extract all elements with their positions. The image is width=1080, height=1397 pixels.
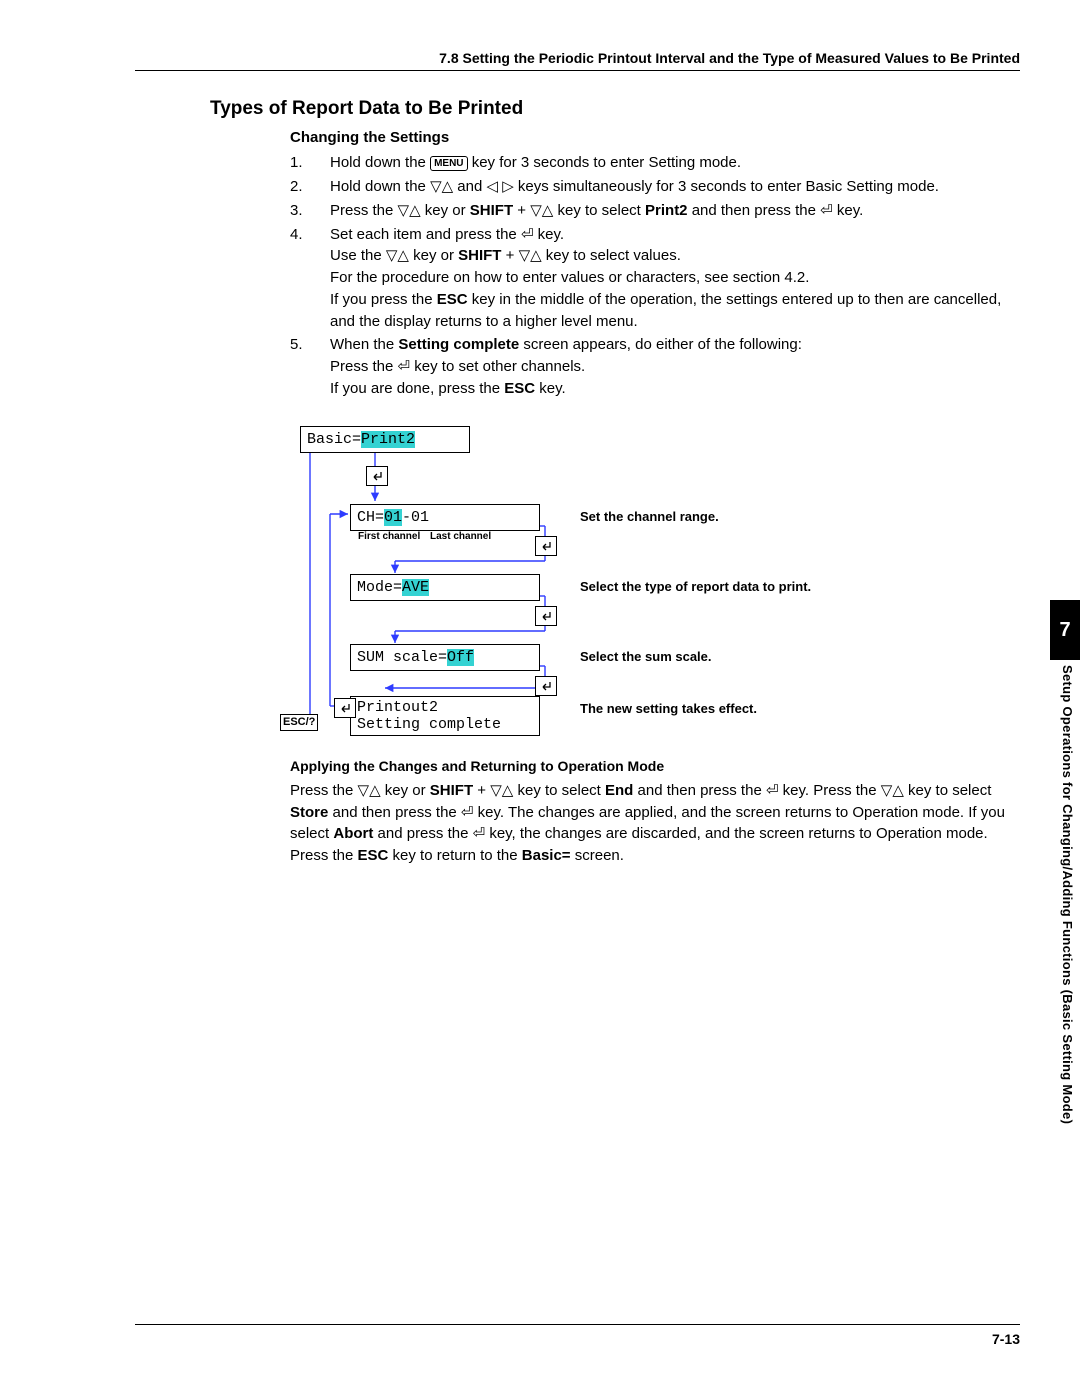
enter-icon: [366, 466, 388, 486]
enter-icon: [535, 676, 557, 696]
label-sum-scale: Select the sum scale.: [580, 648, 712, 667]
enter-icon: [535, 536, 557, 556]
chapter-tab: 7: [1050, 600, 1080, 660]
t: Basic=: [307, 431, 361, 448]
step-3: 3. Press the ▽△ key or SHIFT + ▽△ key to…: [290, 200, 1020, 222]
label-effect: The new setting takes effect.: [580, 700, 757, 719]
flow-diagram: Basic=Print2 CH=01-01 First channel Last…: [290, 426, 850, 736]
esc-key-icon: ESC/?: [280, 714, 318, 732]
content-area: Types of Report Data to Be Printed Chang…: [210, 95, 1020, 867]
screen-ch: CH=01-01: [350, 504, 540, 532]
screen-sum-scale: SUM scale=Off: [350, 644, 540, 672]
steps-list: 1. Hold down the MENU key for 3 seconds …: [290, 152, 1020, 399]
step-pre: Hold down the: [330, 154, 430, 171]
step-5: 5. When the Setting complete screen appe…: [290, 334, 1020, 399]
hl: Off: [447, 649, 474, 666]
step-4: 4. Set each item and press the ⏎ key.Use…: [290, 224, 1020, 333]
t2: Setting complete: [357, 716, 501, 733]
running-header: 7.8 Setting the Periodic Printout Interv…: [135, 50, 1020, 71]
t: CH=: [357, 509, 384, 526]
step-text: Hold down the MENU key for 3 seconds to …: [330, 152, 1020, 174]
enter-icon: [535, 606, 557, 626]
t2: -01: [402, 509, 429, 526]
applying-body: Press the ▽△ key or SHIFT + ▽△ key to se…: [290, 780, 1020, 867]
step-1: 1. Hold down the MENU key for 3 seconds …: [290, 152, 1020, 174]
applying-heading: Applying the Changes and Returning to Op…: [290, 756, 1020, 776]
step-post: key for 3 seconds to enter Setting mode.: [472, 154, 741, 171]
screen-mode: Mode=AVE: [350, 574, 540, 602]
screen-basic: Basic=Print2: [300, 426, 470, 454]
first-channel-label: First channel: [358, 530, 420, 545]
hl: 01: [384, 509, 402, 526]
screen-setting-complete: Printout2 Setting complete: [350, 696, 540, 737]
step-number: 5.: [290, 334, 330, 399]
step-2: 2. Hold down the ▽△ and ◁ ▷ keys simulta…: [290, 176, 1020, 198]
page-footer: 7-13: [135, 1324, 1020, 1347]
step-number: 2.: [290, 176, 330, 198]
step-text: When the Setting complete screen appears…: [330, 334, 1020, 399]
step-number: 1.: [290, 152, 330, 174]
menu-key-icon: MENU: [430, 156, 467, 171]
step-number: 4.: [290, 224, 330, 333]
hl: Print2: [361, 431, 415, 448]
step-text: Set each item and press the ⏎ key.Use th…: [330, 224, 1020, 333]
enter-icon: [334, 698, 356, 718]
step-number: 3.: [290, 200, 330, 222]
changing-settings-heading: Changing the Settings: [290, 127, 1020, 149]
t: SUM scale=: [357, 649, 447, 666]
chapter-side-title: Setup Operations for Changing/Adding Fun…: [1060, 665, 1075, 1124]
last-channel-label: Last channel: [430, 530, 491, 545]
label-channel-range: Set the channel range.: [580, 508, 719, 527]
t: Mode=: [357, 579, 402, 596]
hl: AVE: [402, 579, 429, 596]
section-title: Types of Report Data to Be Printed: [210, 95, 1020, 123]
t: Printout2: [357, 699, 438, 716]
step-text: Press the ▽△ key or SHIFT + ▽△ key to se…: [330, 200, 1020, 222]
step-text: Hold down the ▽△ and ◁ ▷ keys simultaneo…: [330, 176, 1020, 198]
page: 7.8 Setting the Periodic Printout Interv…: [0, 0, 1080, 1397]
label-report-type: Select the type of report data to print.: [580, 578, 811, 597]
